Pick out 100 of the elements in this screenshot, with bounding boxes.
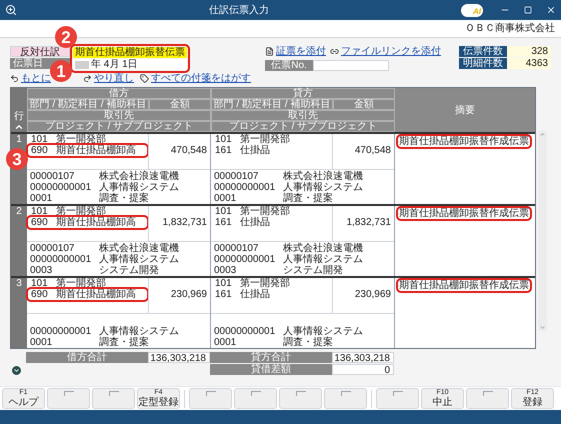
redo-icon bbox=[83, 74, 92, 83]
collapse-icon[interactable] bbox=[14, 122, 24, 132]
column-header: 部門 / 勘定科目 / 補助科目 bbox=[27, 99, 149, 110]
code-cell-text: 0001 bbox=[29, 337, 54, 348]
name-cell-text: 調査・提案 bbox=[98, 193, 149, 204]
name-cell-text: 人事情報システム bbox=[282, 182, 363, 193]
close-icon[interactable] bbox=[546, 5, 556, 15]
scrollbar[interactable] bbox=[538, 131, 547, 331]
code-cell-text: 0001 bbox=[29, 193, 54, 204]
function-key[interactable] bbox=[324, 388, 367, 409]
code-cell-text: 690 bbox=[30, 145, 49, 156]
row-header: 行 bbox=[14, 111, 24, 122]
function-key[interactable] bbox=[92, 388, 135, 409]
total-label: 貸借差額 bbox=[210, 364, 332, 375]
scroll-down-icon[interactable] bbox=[539, 324, 546, 331]
name-cell-text: 人事情報システム bbox=[98, 182, 179, 193]
code-cell-text: 00000107 bbox=[29, 243, 76, 254]
code-cell-text: 161 bbox=[214, 217, 233, 228]
key-slot-icon bbox=[206, 391, 216, 396]
amount-cell: 230,969 bbox=[354, 289, 391, 300]
code-cell-text: 101 bbox=[30, 278, 49, 289]
function-key[interactable] bbox=[234, 388, 277, 409]
summary-cell: 期首仕掛品棚卸振替作成伝票 bbox=[398, 208, 530, 219]
name-cell-text: 調査・提案 bbox=[282, 193, 333, 204]
column-header: 取引先 bbox=[27, 110, 211, 121]
maximize-icon[interactable] bbox=[524, 6, 532, 14]
amount-cell: 470,548 bbox=[170, 145, 207, 156]
code-cell-text: 00000107 bbox=[213, 243, 260, 254]
name-cell-text: 第一開発部 bbox=[239, 134, 290, 145]
zoom-icon[interactable] bbox=[5, 4, 17, 16]
summary-cell: 期首仕掛品棚卸振替作成伝票 bbox=[398, 280, 530, 291]
code-cell-text: 101 bbox=[214, 206, 233, 217]
total-value: 136,303,218 bbox=[332, 352, 394, 363]
ai-logo: AI bbox=[461, 4, 483, 16]
action-link[interactable]: もとに bbox=[21, 73, 51, 84]
function-key[interactable] bbox=[189, 388, 232, 409]
name-cell-text: 期首仕掛品棚卸高 bbox=[55, 145, 136, 156]
attach-link[interactable]: 証票を添付 bbox=[276, 46, 326, 57]
code-cell-text: 00000107 bbox=[29, 171, 76, 182]
code-cell-text: 00000000001 bbox=[213, 182, 276, 193]
window-title: 仕訳伝票入力 bbox=[208, 4, 270, 16]
code-cell-text: 101 bbox=[214, 134, 233, 145]
column-header: 貸方 bbox=[211, 88, 395, 99]
column-header: 取引先 bbox=[211, 110, 395, 121]
function-key[interactable] bbox=[279, 388, 322, 409]
amount-cell: 470,548 bbox=[354, 145, 391, 156]
key-slot-icon bbox=[340, 391, 350, 396]
amount-cell: 1,832,731 bbox=[162, 217, 207, 228]
voucher-type: 期首仕掛品棚卸振替伝票 bbox=[73, 47, 187, 58]
undo-icon bbox=[10, 74, 19, 83]
name-cell-text: 第一開発部 bbox=[239, 278, 290, 289]
name-cell-text: 人事情報システム bbox=[98, 254, 179, 265]
tag-icon bbox=[140, 74, 149, 83]
action-link[interactable]: やり直し bbox=[94, 73, 134, 84]
key-slot-icon bbox=[64, 391, 74, 396]
name-cell-text: 株式会社浪速電機 bbox=[282, 171, 363, 182]
code-cell-text: 00000000001 bbox=[213, 254, 276, 265]
code-cell-text: 161 bbox=[214, 145, 233, 156]
code-cell-text: 0001 bbox=[213, 337, 238, 348]
name-cell-text: 第一開発部 bbox=[55, 278, 106, 289]
function-key[interactable] bbox=[47, 388, 90, 409]
code-cell-text: 00000000001 bbox=[29, 254, 92, 265]
code-cell-text: 00000000001 bbox=[29, 182, 92, 193]
column-header: 金額 bbox=[333, 99, 395, 110]
name-cell-text: 期首仕掛品棚卸高 bbox=[55, 289, 136, 300]
code-cell-text: 00000000001 bbox=[29, 326, 92, 337]
count-value: 328 bbox=[507, 46, 551, 57]
name-cell-text: 人事情報システム bbox=[98, 326, 179, 337]
code-cell-text: 00000107 bbox=[213, 171, 260, 182]
name-cell-text: 調査・提案 bbox=[282, 337, 333, 348]
expand-icon[interactable] bbox=[12, 366, 21, 375]
name-cell-text: システム開発 bbox=[282, 265, 343, 276]
company-name: ＯＢＣ商事株式会社 bbox=[465, 23, 555, 34]
total-value: 0 bbox=[332, 364, 394, 375]
document-icon bbox=[265, 47, 274, 56]
callout-number: 3 bbox=[6, 148, 28, 170]
name-cell-text: 株式会社浪速電機 bbox=[98, 243, 179, 254]
date-field[interactable]: 年 4月 1日 bbox=[73, 59, 187, 70]
name-cell-text: 人事情報システム bbox=[282, 254, 363, 265]
row-number: 2 bbox=[16, 206, 22, 217]
function-key[interactable] bbox=[466, 388, 509, 409]
scroll-up-icon[interactable] bbox=[539, 131, 546, 138]
name-cell-text: 第一開発部 bbox=[239, 206, 290, 217]
reverse-entry-label: 反対仕訳 bbox=[10, 46, 70, 57]
key-slot-icon bbox=[108, 391, 118, 396]
name-cell-text: システム開発 bbox=[98, 265, 159, 276]
code-cell-text: 0003 bbox=[213, 265, 238, 276]
total-label: 貸方合計 bbox=[210, 352, 332, 363]
voucher-no-field[interactable] bbox=[313, 60, 389, 71]
date-value: 年 4月 1日 bbox=[91, 59, 138, 70]
attach-link[interactable]: ファイルリンクを添付 bbox=[341, 46, 441, 57]
name-cell-text: 調査・提案 bbox=[98, 337, 149, 348]
action-link[interactable]: すべての付箋をはがす bbox=[151, 73, 251, 84]
function-key[interactable] bbox=[376, 388, 419, 409]
code-cell-text: 161 bbox=[214, 289, 233, 300]
code-cell-text: 0001 bbox=[213, 193, 238, 204]
name-cell-text: 株式会社浪速電機 bbox=[98, 171, 179, 182]
callout-number: 1 bbox=[50, 60, 72, 82]
name-cell-text: 人事情報システム bbox=[282, 326, 363, 337]
amount-cell: 230,969 bbox=[170, 289, 207, 300]
